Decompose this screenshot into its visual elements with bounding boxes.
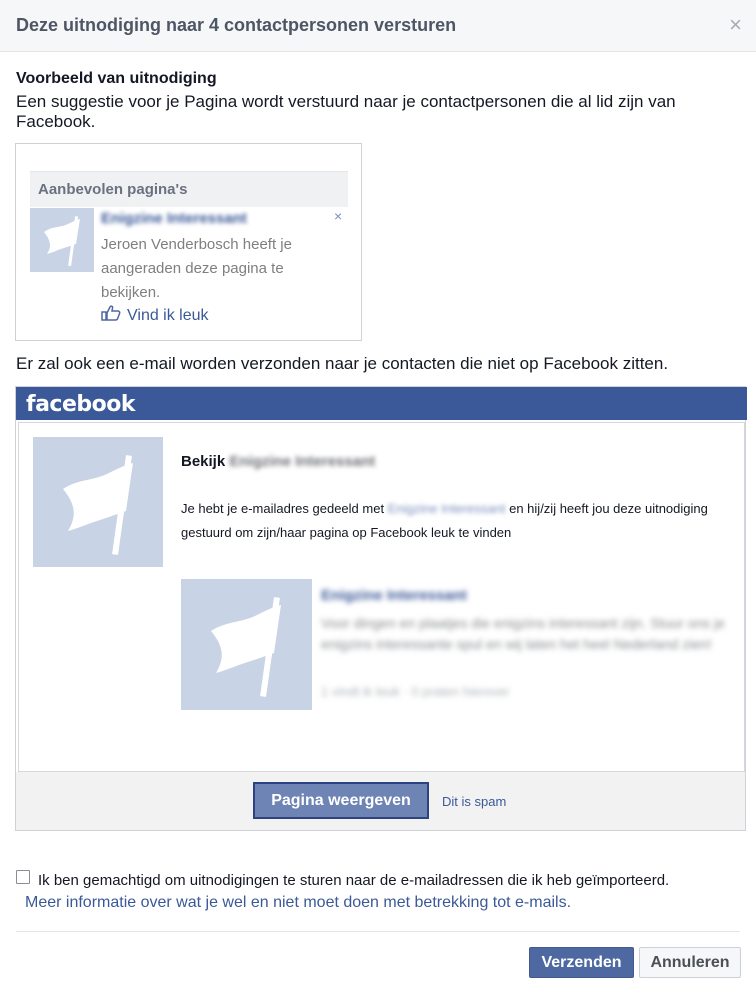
dialog-title: Deze uitnodiging naar 4 contactpersonen … <box>16 15 457 35</box>
suggestion-preview: Aanbevolen pagina's Enigzine Interessant… <box>15 143 362 341</box>
preview-heading: Voorbeeld van uitnodiging <box>16 70 217 87</box>
email-heading: Bekijk Enigzine Interessant <box>181 453 375 470</box>
like-label: Vind ik leuk <box>127 307 209 324</box>
email-body: Je hebt je e-mailadres gedeeld met Enigz… <box>181 497 721 545</box>
close-icon[interactable]: × <box>729 14 742 36</box>
email-preview: facebook Bekijk Enigzine Interessant Je … <box>15 386 747 831</box>
card-title[interactable]: Enigzine Interessant <box>321 587 467 604</box>
recommended-page-name[interactable]: Enigzine Interessant <box>101 210 247 227</box>
send-button[interactable]: Verzenden <box>529 947 634 978</box>
card-description: Voor dingen en plaatjes die enigzins int… <box>321 615 725 652</box>
email-note: Er zal ook een e-mail worden verzonden n… <box>16 354 669 373</box>
flag-icon <box>30 208 94 272</box>
card-stats: 1 vindt ik leuk · 0 praten hierover <box>321 684 510 699</box>
spam-link[interactable]: Dit is spam <box>442 794 506 809</box>
facebook-bar: facebook <box>16 387 747 420</box>
flag-icon <box>33 437 163 567</box>
consent-checkbox[interactable] <box>16 870 30 884</box>
email-body-prefix: Je hebt je e-mailadres gedeeld met <box>181 501 385 516</box>
email-page-name: Enigzine Interessant <box>229 453 376 470</box>
consent-label: Ik ben gemachtigd om uitnodigingen te st… <box>38 872 670 889</box>
dismiss-icon[interactable]: × <box>334 208 342 224</box>
facebook-logo: facebook <box>26 392 136 417</box>
cancel-button[interactable]: Annuleren <box>639 947 741 978</box>
email-content: Bekijk Enigzine Interessant Je hebt je e… <box>18 422 745 772</box>
bekijk-label: Bekijk <box>181 453 226 470</box>
invite-dialog: Deze uitnodiging naar 4 contactpersonen … <box>0 0 756 994</box>
footer-divider <box>16 931 740 932</box>
flag-icon <box>181 579 312 710</box>
like-button[interactable]: Vind ik leuk <box>101 305 209 325</box>
preview-description: Een suggestie voor je Pagina wordt verst… <box>16 92 676 131</box>
view-page-button[interactable]: Pagina weergeven <box>253 782 429 819</box>
dialog-header: Deze uitnodiging naar 4 contactpersonen … <box>0 0 756 52</box>
email-footer: Pagina weergeven Dit is spam <box>16 772 745 830</box>
more-info-link[interactable]: Meer informatie over wat je wel en niet … <box>25 894 571 912</box>
recommendation-text: Jeroen Venderbosch heeft je aangeraden d… <box>101 236 292 301</box>
recommended-pages-title: Aanbevolen pagina's <box>38 181 188 198</box>
thumbs-up-icon <box>101 305 121 321</box>
recommended-pages-header: Aanbevolen pagina's <box>30 171 348 207</box>
email-body-link[interactable]: Enigzine Interessant <box>388 501 506 516</box>
